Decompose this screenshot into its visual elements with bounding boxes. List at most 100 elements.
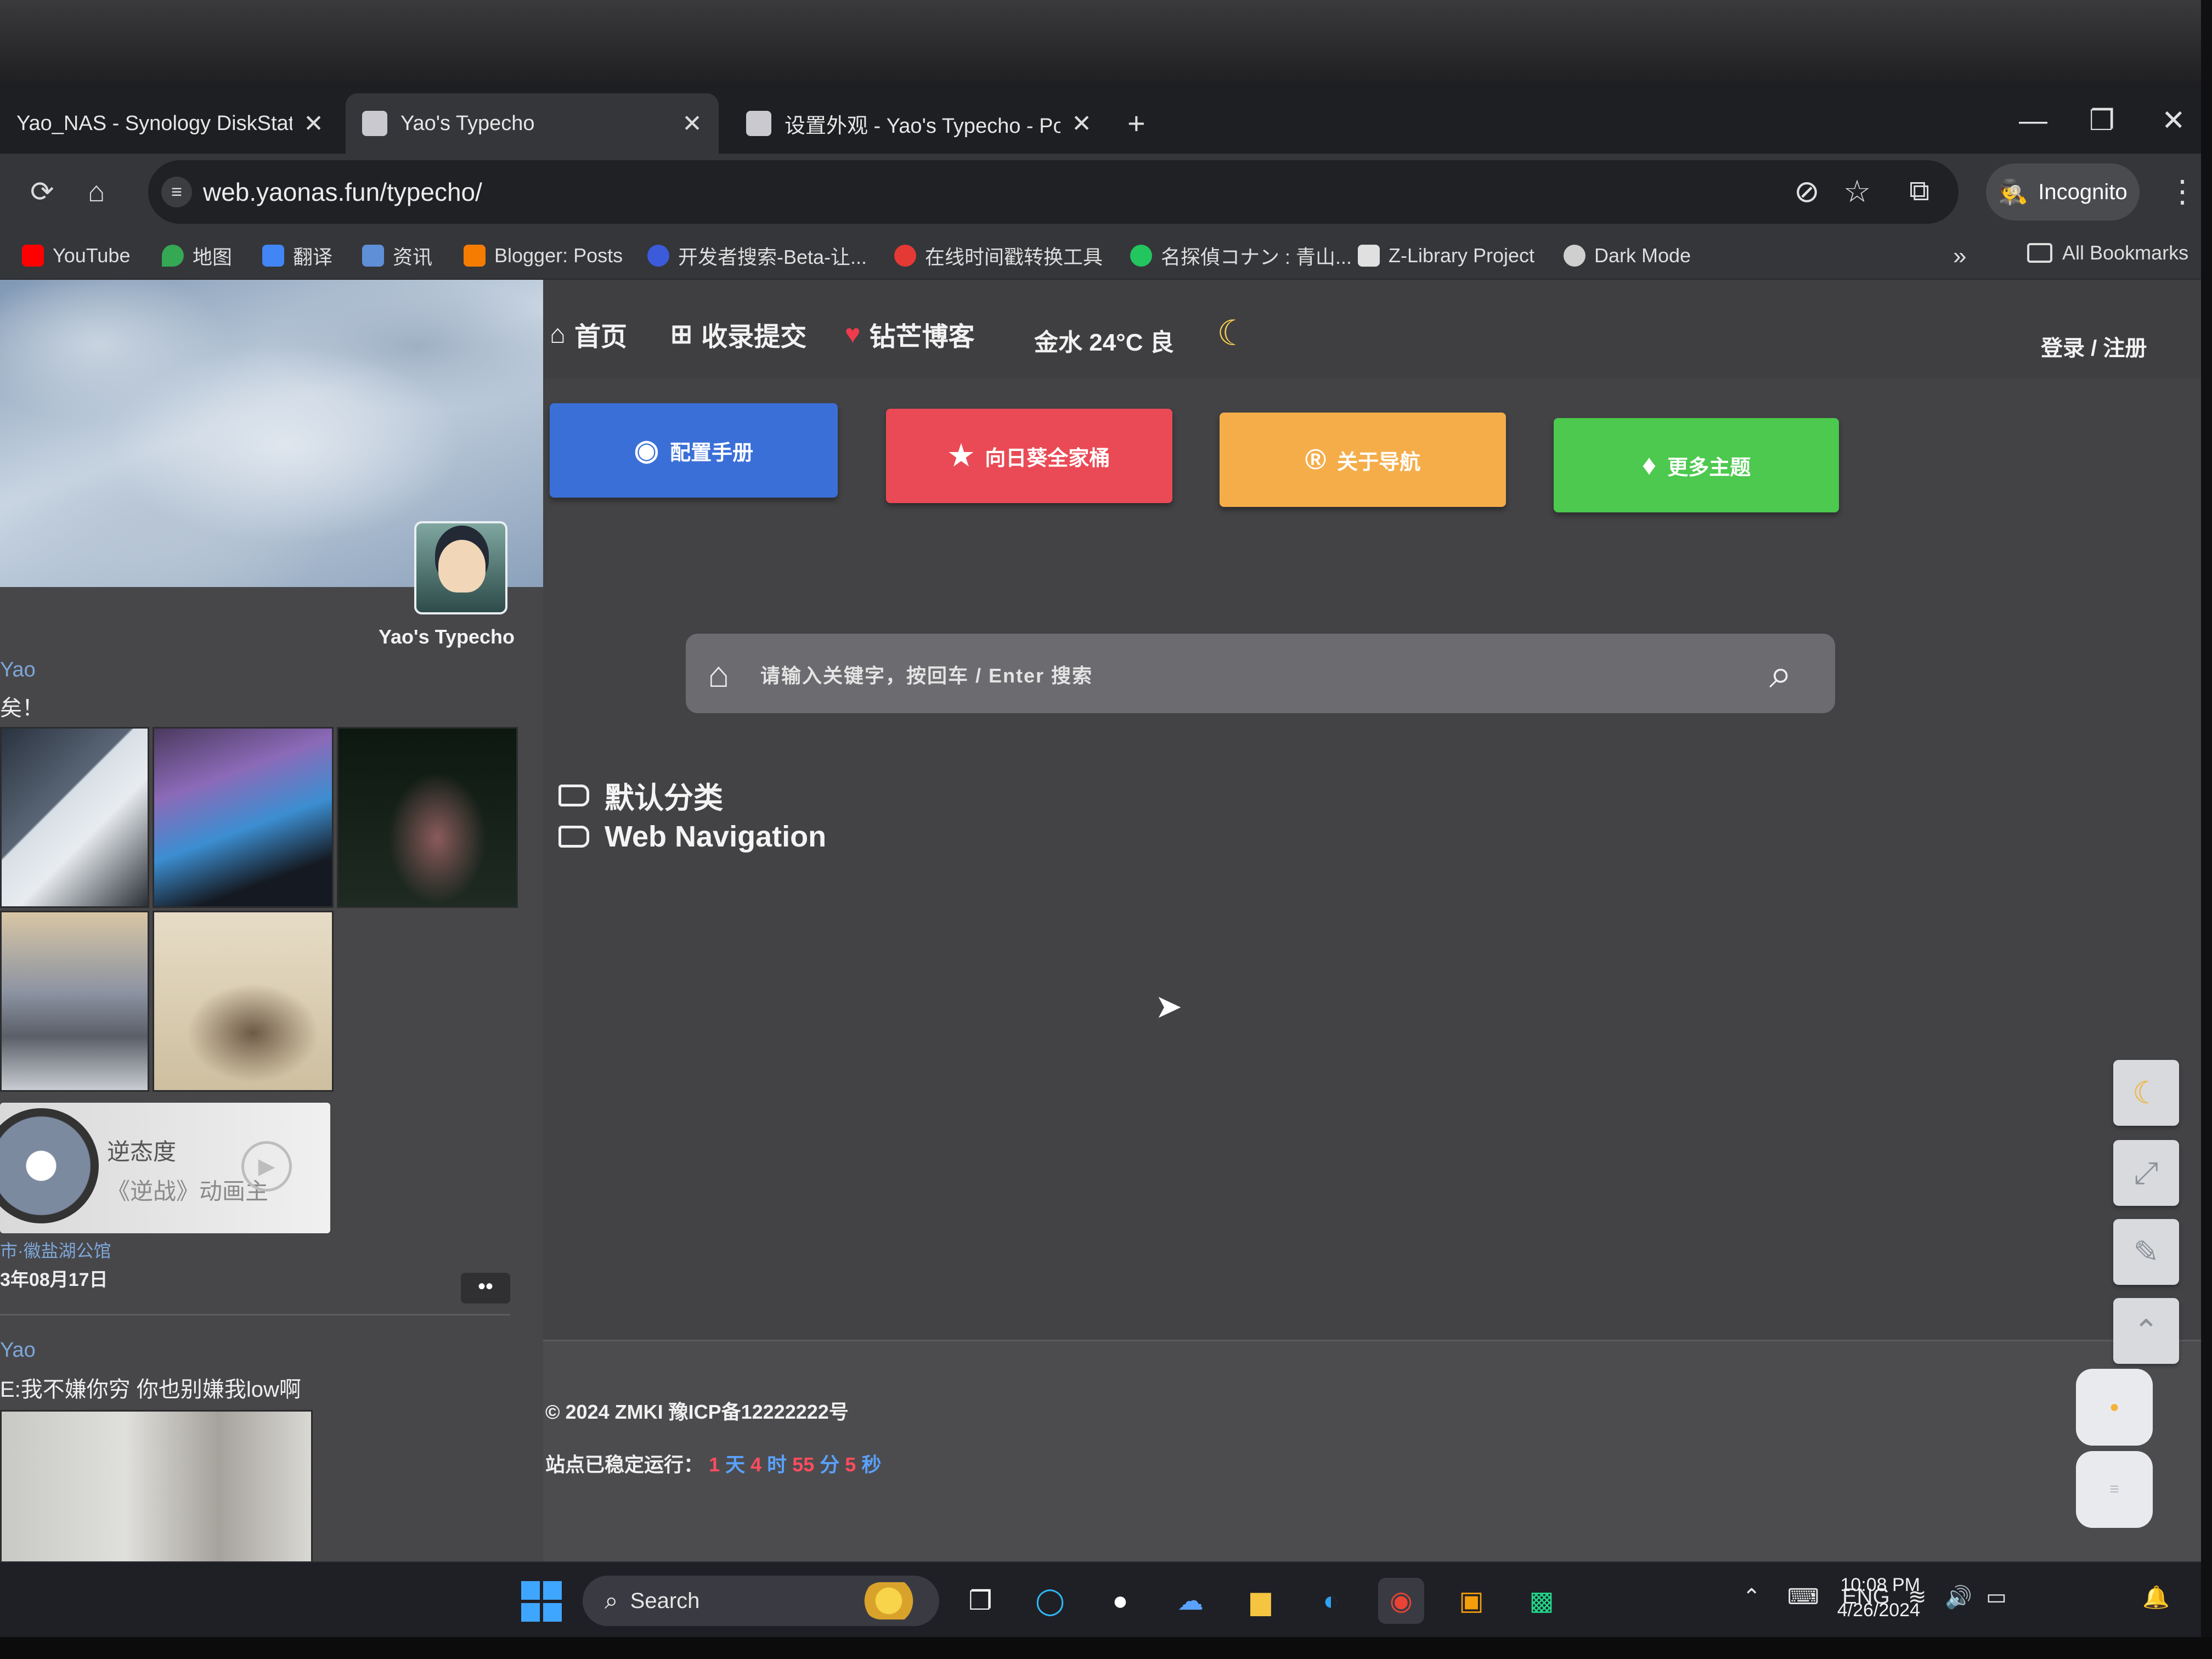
edge-icon[interactable]: ◐ xyxy=(1308,1578,1354,1624)
bookmark-translate[interactable]: 翻译 xyxy=(262,240,332,271)
moon-icon[interactable]: ☾ xyxy=(1217,313,1248,354)
post-image[interactable] xyxy=(0,911,149,1092)
clock-time[interactable]: 10:08 PM xyxy=(1821,1575,1920,1596)
tab-appearance-settings[interactable]: 设置外观 - Yao's Typecho - Pow ✕ xyxy=(730,93,1108,154)
fullscreen-icon[interactable]: ⤢ xyxy=(2113,1140,2179,1206)
windows-start-icon[interactable] xyxy=(521,1581,562,1622)
pycharm-icon[interactable]: ▩ xyxy=(1519,1578,1565,1624)
bookmark-dev-search[interactable]: 开发者搜索-Beta-让... xyxy=(647,240,867,271)
site-settings-icon[interactable]: ≡ xyxy=(161,177,192,207)
divider xyxy=(0,1314,510,1316)
url-text[interactable]: web.yaonas.fun/typecho/ xyxy=(203,177,482,207)
bookmark-maps[interactable]: 地图 xyxy=(162,240,232,271)
battery-icon[interactable]: ▭ xyxy=(1986,1584,2007,1610)
album-cover xyxy=(0,1108,99,1223)
button-label: 更多主题 xyxy=(1667,456,1751,479)
post-image[interactable] xyxy=(0,727,149,908)
avatar[interactable] xyxy=(414,521,507,614)
post-author[interactable]: Yao xyxy=(0,658,36,682)
apple-icon[interactable]: ● xyxy=(1097,1578,1143,1624)
bookmark-timestamp-tool[interactable]: 在线时间戳转换工具 xyxy=(894,240,1103,271)
edit-icon[interactable]: ✎ xyxy=(2113,1219,2179,1285)
task-view-icon[interactable]: ❐ xyxy=(957,1578,1003,1624)
sun-icon[interactable]: ● xyxy=(2076,1369,2153,1446)
search-icon[interactable]: ⌕ xyxy=(1769,650,1792,698)
about-nav-button[interactable]: ® 关于导航 xyxy=(1220,413,1506,507)
back-to-top-icon[interactable]: ⌃ xyxy=(2113,1298,2179,1364)
tab-synology[interactable]: Yao_NAS - Synology DiskStatior ✕ xyxy=(0,93,340,154)
all-bookmarks[interactable]: All Bookmarks xyxy=(2027,241,2188,264)
address-bar[interactable]: ≡ web.yaonas.fun/typecho/ ⊘ ☆ xyxy=(148,160,1959,224)
bookmark-blogger[interactable]: Blogger: Posts xyxy=(464,240,623,271)
category-web-navigation[interactable]: Web Navigation xyxy=(558,820,826,854)
post-author[interactable]: Yao xyxy=(0,1339,36,1362)
diamond-icon: ♦ xyxy=(1641,449,1657,481)
post-image[interactable] xyxy=(0,1410,313,1561)
onedrive-icon[interactable]: ☁ xyxy=(1167,1578,1214,1624)
dark-mode-toggle[interactable]: ☾ xyxy=(2113,1060,2179,1126)
search-input[interactable]: 请输入关键字，按回车 / Enter 搜索 xyxy=(760,660,1093,689)
chrome-icon[interactable]: ◉ xyxy=(1378,1578,1424,1624)
plus-square-icon: ⊞ xyxy=(670,320,693,349)
taskbar-search[interactable]: ⌕ Search xyxy=(583,1576,939,1626)
tab-close-icon[interactable]: ✕ xyxy=(682,110,702,138)
typecho-favicon-icon xyxy=(362,111,387,136)
post-image[interactable] xyxy=(153,727,334,908)
cortana-icon[interactable]: ◯ xyxy=(1027,1578,1073,1624)
more-bookmarks-icon[interactable]: » xyxy=(1953,242,1966,270)
bookmark-label: Z-Library Project xyxy=(1389,244,1535,267)
restore-icon[interactable]: ❐ xyxy=(2089,104,2115,137)
bookmark-conan[interactable]: 名探偵コナン : 青山... xyxy=(1130,240,1352,271)
nav-submit[interactable]: ⊞ 收录提交 xyxy=(670,315,806,353)
tab-close-icon[interactable]: ✕ xyxy=(1071,110,1092,138)
search-bar[interactable]: ⌂ 请输入关键字，按回车 / Enter 搜索 ⌕ xyxy=(686,634,1835,713)
extensions-icon[interactable]: ⧉ xyxy=(1909,174,1929,208)
copyright-text: © 2024 ZMKI 豫ICP备12222222号 xyxy=(545,1401,849,1423)
post-location[interactable]: 市·徽盐湖公馆 xyxy=(0,1237,111,1262)
menu-icon[interactable]: ≡ xyxy=(2076,1451,2153,1528)
nav-label: 首页 xyxy=(574,323,628,352)
music-card[interactable]: 逆态度 《逆战》动画主 ▶ xyxy=(0,1103,330,1233)
window-close-icon[interactable]: ✕ xyxy=(2162,104,2186,137)
volume-icon[interactable]: 🔊 xyxy=(1945,1584,1972,1610)
config-manual-button[interactable]: ◉ 配置手册 xyxy=(550,403,838,498)
nav-home[interactable]: ⌂ 首页 xyxy=(550,315,627,353)
all-bookmarks-label: All Bookmarks xyxy=(2062,241,2189,264)
uptime-seconds-unit: 秒 xyxy=(861,1453,882,1476)
weather-widget[interactable]: 金水 24°C 良 xyxy=(1034,323,1174,358)
post-image[interactable] xyxy=(153,911,334,1092)
nav-blog[interactable]: ♥ 钻芒博客 xyxy=(845,315,975,353)
tab-typecho[interactable]: Yao's Typecho ✕ xyxy=(346,93,719,154)
bookmark-label: 地图 xyxy=(193,246,233,268)
eye-off-icon[interactable]: ⊘ xyxy=(1794,173,1820,210)
reload-icon[interactable]: ⟳ xyxy=(30,176,54,208)
remote-desktop-icon[interactable]: ▣ xyxy=(1448,1578,1494,1624)
mouse-cursor-icon: ➤ xyxy=(1155,988,1183,1025)
browser-menu-icon[interactable]: ⋮ xyxy=(2167,173,2198,210)
incognito-badge[interactable]: 🕵 Incognito xyxy=(1986,163,2140,221)
tab-close-icon[interactable]: ✕ xyxy=(303,110,324,138)
clock-date[interactable]: 4/26/2024 xyxy=(1810,1600,1920,1621)
tag-icon xyxy=(558,784,589,806)
home-icon[interactable]: ⌂ xyxy=(88,176,105,208)
category-label: 默认分类 xyxy=(605,782,723,815)
more-themes-button[interactable]: ♦ 更多主题 xyxy=(1554,418,1839,512)
category-default[interactable]: 默认分类 xyxy=(558,774,723,817)
post-image[interactable] xyxy=(337,727,518,908)
notification-bell-icon[interactable]: 🔔 xyxy=(2142,1584,2170,1610)
new-tab-icon[interactable]: + xyxy=(1127,105,1146,141)
file-explorer-icon[interactable]: ▆ xyxy=(1238,1578,1284,1624)
sunflower-suite-button[interactable]: ★ 向日葵全家桶 xyxy=(886,409,1172,503)
bookmark-zlibrary[interactable]: Z-Library Project xyxy=(1358,240,1534,271)
blog-name[interactable]: Yao's Typecho xyxy=(379,625,515,648)
login-register-link[interactable]: 登录 / 注册 xyxy=(2041,330,2147,362)
bookmark-star-icon[interactable]: ☆ xyxy=(1843,173,1871,210)
bookmark-youtube[interactable]: YouTube xyxy=(22,240,130,271)
bookmark-news[interactable]: 资讯 xyxy=(362,240,432,271)
tray-overflow-icon[interactable]: ⌃ xyxy=(1742,1584,1761,1610)
play-icon[interactable]: ▶ xyxy=(241,1141,292,1192)
post-text: 矣！ xyxy=(0,696,44,720)
more-options-button[interactable]: •• xyxy=(461,1273,510,1304)
minimize-icon[interactable]: — xyxy=(2019,104,2047,137)
bookmark-dark-mode[interactable]: Dark Mode xyxy=(1564,240,1691,271)
